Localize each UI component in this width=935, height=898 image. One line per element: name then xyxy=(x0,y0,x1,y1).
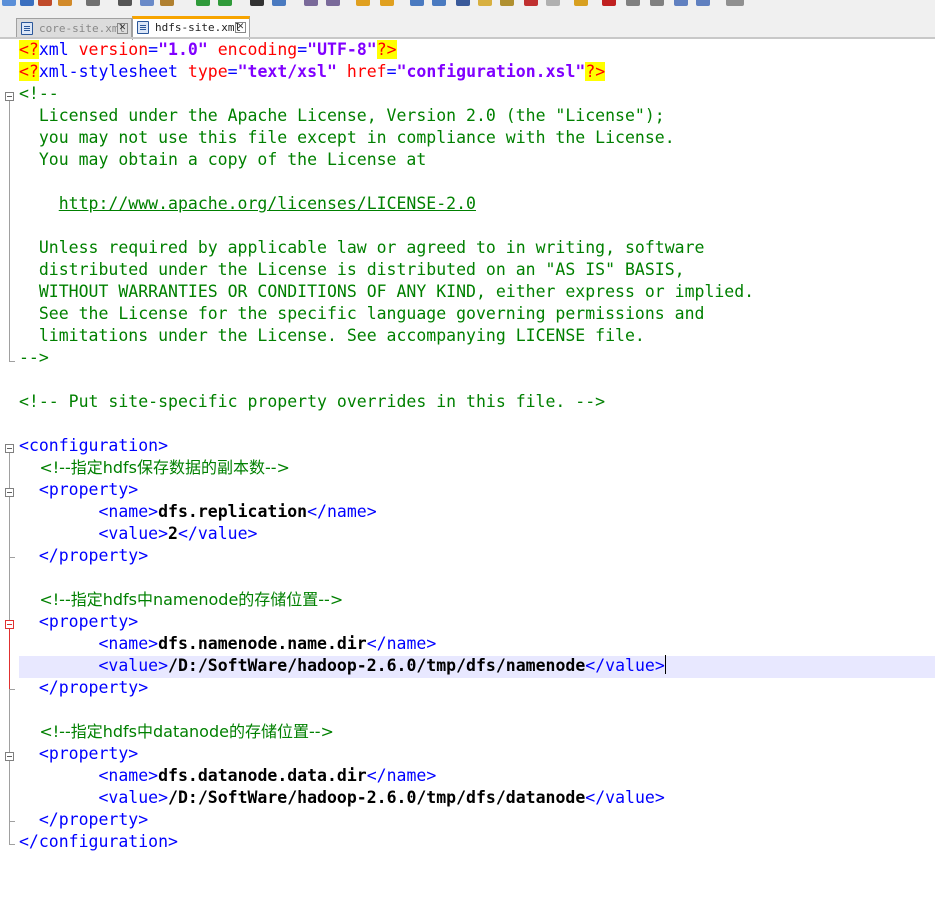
license-line: Unless required by applicable law or agr… xyxy=(38,238,705,257)
property-name-line: <name>dfs.datanode.data.dir</name> xyxy=(98,766,437,785)
license-url-line: http://www.apache.org/licenses/LICENSE-2… xyxy=(19,193,476,215)
toolbar-icon[interactable] xyxy=(650,0,664,6)
property-open-tag: <property> xyxy=(38,480,139,499)
toolbar-icon[interactable] xyxy=(432,0,446,6)
fold-toggle-icon[interactable] xyxy=(5,752,14,761)
license-line: you may not use this file except in comp… xyxy=(38,128,675,147)
fold-line xyxy=(9,101,10,361)
license-line: limitations under the License. See accom… xyxy=(38,326,645,345)
toolbar-icon[interactable] xyxy=(356,0,370,6)
property-comment: <!--指定hdfs中datanode的存储位置--> xyxy=(39,722,334,741)
fold-line xyxy=(9,361,15,362)
fold-line xyxy=(9,689,15,690)
property-name-line: <name>dfs.replication</name> xyxy=(98,502,377,521)
toolbar-icon[interactable] xyxy=(726,0,744,6)
property-open-tag: <property> xyxy=(38,744,139,763)
close-icon[interactable]: ✕ xyxy=(235,22,246,33)
xml-stylesheet: <?xml-stylesheet type="text/xsl" href="c… xyxy=(19,62,606,81)
toolbar-icon[interactable] xyxy=(2,0,16,6)
fold-line xyxy=(9,557,15,558)
fold-toggle-icon[interactable] xyxy=(5,444,14,453)
property-comment: <!--指定hdfs保存数据的副本数--> xyxy=(39,458,290,477)
tab-label: hdfs-site.xml xyxy=(155,21,242,34)
toolbar-icon[interactable] xyxy=(86,0,100,6)
site-comment: <!-- Put site-specific property override… xyxy=(19,392,606,411)
toolbar-icon[interactable] xyxy=(626,0,640,6)
license-comment-close: --> xyxy=(19,348,49,367)
tab-bar: core-site.xml ✕ hdfs-site.xml ✕ xyxy=(0,8,935,40)
text-caret xyxy=(664,655,666,674)
license-url-link[interactable]: http://www.apache.org/licenses/LICENSE-2… xyxy=(59,194,476,213)
toolbar-icon[interactable] xyxy=(478,0,492,6)
property-value-line: <value>/D:/SoftWare/hadoop-2.6.0/tmp/dfs… xyxy=(98,788,665,807)
license-line: distributed under the License is distrib… xyxy=(38,260,685,279)
configuration-open-tag: <configuration> xyxy=(19,436,169,455)
fold-toggle-icon[interactable] xyxy=(5,488,14,497)
fold-line xyxy=(9,629,10,689)
close-icon[interactable]: ✕ xyxy=(117,23,128,34)
toolbar-icon[interactable] xyxy=(456,0,470,6)
toolbar-icon[interactable] xyxy=(524,0,538,6)
fold-toggle-icon[interactable] xyxy=(5,620,14,629)
toolbar-icon[interactable] xyxy=(38,0,52,6)
property-value-line: <value>2</value> xyxy=(98,524,258,543)
toolbar-icon[interactable] xyxy=(196,0,210,6)
file-icon xyxy=(137,21,149,34)
toolbar-icon[interactable] xyxy=(674,0,688,6)
configuration-close-tag: </configuration> xyxy=(19,832,178,851)
license-line: See the License for the specific languag… xyxy=(38,304,705,323)
xml-declaration: <?xml version="1.0" encoding="UTF-8"?> xyxy=(19,40,397,59)
property-close-tag: </property> xyxy=(38,810,149,829)
license-comment-open: <!-- xyxy=(19,84,59,103)
property-open-tag: <property> xyxy=(38,612,139,631)
property-name-line: <name>dfs.namenode.name.dir</name> xyxy=(98,634,437,653)
fold-line xyxy=(9,844,15,845)
toolbar-icon[interactable] xyxy=(602,0,616,6)
tab-core-site[interactable]: core-site.xml ✕ xyxy=(16,18,132,39)
fold-line xyxy=(9,821,15,822)
license-line: Licensed under the Apache License, Versi… xyxy=(38,106,665,125)
license-line: You may obtain a copy of the License at xyxy=(38,150,427,169)
toolbar-icon[interactable] xyxy=(500,0,514,6)
code-editor[interactable]: <?xml version="1.0" encoding="UTF-8"?> <… xyxy=(0,39,935,898)
toolbar-icon[interactable] xyxy=(218,0,232,6)
toolbar-icon[interactable] xyxy=(380,0,394,6)
toolbar xyxy=(0,0,935,8)
property-comment: <!--指定hdfs中namenode的存储位置--> xyxy=(39,590,344,609)
toolbar-icon[interactable] xyxy=(58,0,72,6)
toolbar-icon[interactable] xyxy=(250,0,264,6)
property-close-tag: </property> xyxy=(38,678,149,697)
property-close-tag: </property> xyxy=(38,546,149,565)
toolbar-icon[interactable] xyxy=(546,0,560,6)
tab-label: core-site.xml xyxy=(39,22,126,35)
fold-margin xyxy=(0,39,18,898)
toolbar-icon[interactable] xyxy=(20,0,34,6)
tab-hdfs-site[interactable]: hdfs-site.xml ✕ xyxy=(132,16,250,40)
toolbar-icon[interactable] xyxy=(410,0,424,6)
license-line: WITHOUT WARRANTIES OR CONDITIONS OF ANY … xyxy=(38,282,755,301)
file-icon xyxy=(21,22,33,35)
property-value-line: <value>/D:/SoftWare/hadoop-2.6.0/tmp/dfs… xyxy=(98,655,666,675)
toolbar-icon[interactable] xyxy=(160,0,174,6)
toolbar-icon[interactable] xyxy=(696,0,710,6)
toolbar-icon[interactable] xyxy=(326,0,340,6)
toolbar-icon[interactable] xyxy=(574,0,588,6)
toolbar-icon[interactable] xyxy=(272,0,286,6)
fold-toggle-icon[interactable] xyxy=(5,92,14,101)
toolbar-icon[interactable] xyxy=(118,0,132,6)
toolbar-icon[interactable] xyxy=(140,0,154,6)
toolbar-icon[interactable] xyxy=(304,0,318,6)
